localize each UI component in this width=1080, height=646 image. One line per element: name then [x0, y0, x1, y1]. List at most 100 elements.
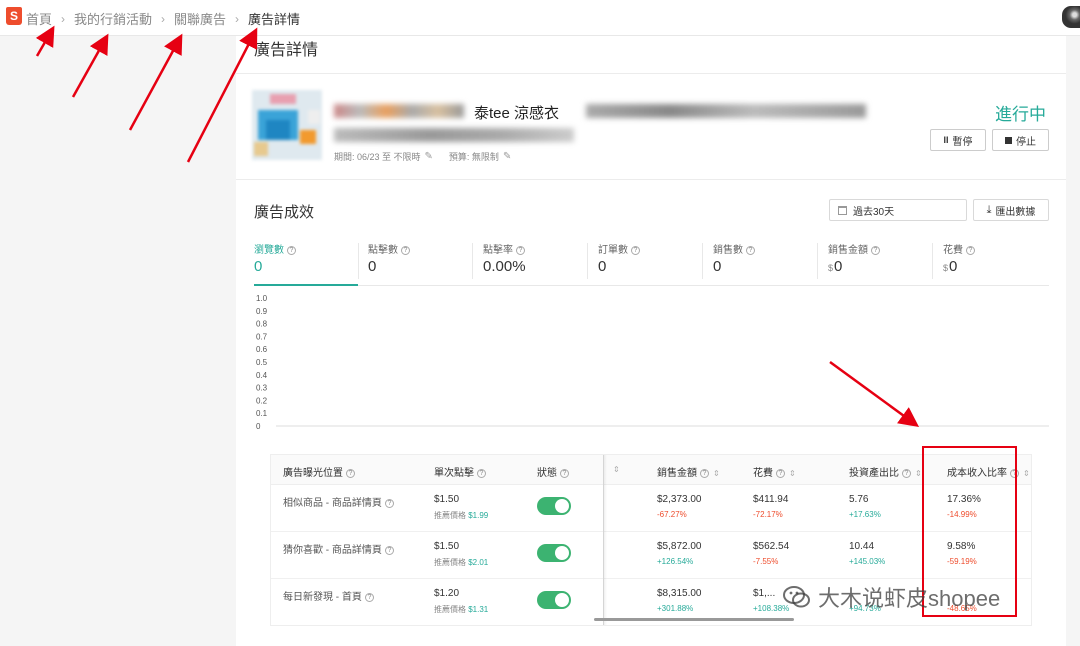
currency-symbol: $: [943, 263, 949, 273]
col-sales[interactable]: 銷售金額? ⇕: [657, 464, 720, 479]
sort-icon[interactable]: ⇕: [609, 464, 620, 475]
avatar[interactable]: [1062, 6, 1080, 28]
y-tick-label: 0.3: [256, 384, 268, 393]
roi-value: 5.76: [849, 494, 869, 505]
currency-symbol: $: [828, 263, 834, 273]
metric-value: $0: [943, 258, 957, 275]
help-icon[interactable]: ?: [871, 246, 880, 255]
help-icon[interactable]: ?: [746, 246, 755, 255]
y-tick-label: 0: [256, 422, 261, 430]
edit-budget-pencil-icon[interactable]: ✎: [503, 151, 511, 162]
col-status: 狀態?: [537, 464, 569, 479]
metric-number: 0: [949, 258, 958, 275]
export-button[interactable]: ⤓ 匯出數據: [973, 199, 1049, 221]
sales-change: +126.54%: [657, 557, 694, 566]
help-icon[interactable]: ?: [902, 469, 911, 478]
sort-icon: ⇕: [713, 469, 720, 478]
y-tick-label: 0.1: [256, 409, 268, 418]
help-icon[interactable]: ?: [384, 546, 394, 555]
sort-icon: ⇕: [1023, 469, 1030, 478]
metric-label: 點擊率: [483, 245, 513, 256]
metric-cost[interactable]: 花費? $0: [943, 239, 1058, 286]
y-tick-label: 0.8: [256, 320, 268, 329]
divider: [236, 73, 1066, 74]
help-icon[interactable]: ?: [516, 246, 525, 255]
chevron-right-icon: ›: [61, 11, 66, 26]
metric-label: 花費: [943, 245, 963, 256]
help-icon[interactable]: ?: [966, 246, 975, 255]
metrics-tabs: 瀏覽數? 0 點擊數? 0 點擊率? 0.00% 訂單數? 0 銷售數? 0 銷…: [254, 239, 1049, 286]
breadcrumb-marketing[interactable]: 我的行銷活動: [74, 9, 152, 28]
divider: [817, 243, 818, 279]
chevron-right-icon: ›: [235, 11, 240, 26]
metric-value: 0.00%: [483, 258, 526, 275]
metric-value: 0: [368, 258, 377, 275]
help-icon[interactable]: ?: [287, 246, 296, 255]
performance-title: 廣告成效: [254, 204, 315, 221]
table-scrollbar[interactable]: [594, 618, 794, 621]
divider: [702, 243, 703, 279]
bid-value[interactable]: $1.50: [434, 494, 459, 505]
stop-button[interactable]: 停止: [992, 129, 1049, 151]
sort-icon: ⇕: [789, 469, 796, 478]
edit-period-pencil-icon[interactable]: ✎: [425, 151, 433, 162]
breadcrumb: 首頁 › 我的行銷活動 › 關聯廣告 › 廣告詳情: [26, 9, 300, 28]
sidebar: [0, 37, 236, 646]
cost-value: $1,...: [753, 588, 776, 599]
y-tick-label: 0.7: [256, 332, 268, 341]
calendar-icon: [838, 205, 847, 215]
sales-value: $8,315.00: [657, 588, 702, 599]
metric-label: 瀏覽數: [254, 245, 284, 256]
status-toggle[interactable]: [537, 591, 571, 609]
shopee-logo-icon[interactable]: S: [6, 7, 22, 25]
pause-icon: II: [943, 135, 949, 145]
product-thumbnail: [252, 90, 322, 160]
metric-label: 點擊數: [368, 245, 398, 256]
sales-change: -67.27%: [657, 510, 687, 519]
metric-gmv[interactable]: 銷售金額? $0: [828, 239, 943, 286]
col-position: 廣告曝光位置?: [283, 464, 355, 479]
help-icon[interactable]: ?: [401, 246, 410, 255]
bid-value[interactable]: $1.20: [434, 588, 459, 599]
help-icon[interactable]: ?: [364, 593, 374, 602]
metric-items-sold[interactable]: 銷售數? 0: [713, 239, 828, 286]
help-icon[interactable]: ?: [384, 499, 394, 508]
download-icon: ⤓: [986, 203, 992, 216]
cost-change: -7.55%: [753, 557, 779, 566]
pause-button[interactable]: II 暫停: [930, 129, 986, 151]
metric-value: 0: [598, 258, 607, 275]
cost-value: $562.54: [753, 541, 790, 552]
col-cost[interactable]: 花費? ⇕: [753, 464, 796, 479]
fixed-column-shadow: [603, 455, 607, 625]
cost-value: $411.94: [753, 494, 789, 505]
metric-views[interactable]: 瀏覽數? 0: [254, 239, 358, 286]
help-icon[interactable]: ?: [560, 469, 569, 478]
metric-ctr[interactable]: 點擊率? 0.00%: [483, 239, 598, 286]
stop-icon: [1005, 136, 1012, 144]
breadcrumb-current: 廣告詳情: [248, 12, 301, 27]
export-label: 匯出數據: [995, 206, 1036, 218]
divider: [932, 243, 933, 279]
bid-value[interactable]: $1.50: [434, 541, 459, 552]
date-range-select[interactable]: 過去30天: [829, 199, 967, 221]
help-icon[interactable]: ?: [776, 469, 785, 478]
table-row: 相似商品 - 商品詳情頁? $1.50 推薦價格 $1.99 $2,373.00…: [271, 485, 1031, 532]
metric-label: 銷售數: [713, 245, 743, 256]
metric-clicks[interactable]: 點擊數? 0: [368, 239, 483, 286]
col-roi[interactable]: 投資產出比? ⇕: [849, 464, 922, 479]
metric-orders[interactable]: 訂單數? 0: [598, 239, 713, 286]
sales-value: $5,872.00: [657, 541, 702, 552]
breadcrumb-related-ads[interactable]: 關聯廣告: [174, 9, 226, 28]
help-icon[interactable]: ?: [631, 246, 640, 255]
help-icon[interactable]: ?: [477, 469, 486, 478]
col-bid: 單次點擊?: [434, 464, 486, 479]
roi-value: 10.44: [849, 541, 875, 552]
help-icon[interactable]: ?: [700, 469, 709, 478]
status-toggle[interactable]: [537, 497, 571, 515]
status-toggle[interactable]: [537, 544, 571, 562]
table-row: 猜你喜歡 - 商品詳情頁? $1.50 推薦價格 $2.01 $5,872.00…: [271, 532, 1031, 579]
help-icon[interactable]: ?: [346, 469, 355, 478]
y-tick-label: 0.9: [256, 307, 268, 316]
breadcrumb-home[interactable]: 首頁: [26, 9, 52, 28]
y-tick-label: 0.6: [256, 345, 268, 354]
